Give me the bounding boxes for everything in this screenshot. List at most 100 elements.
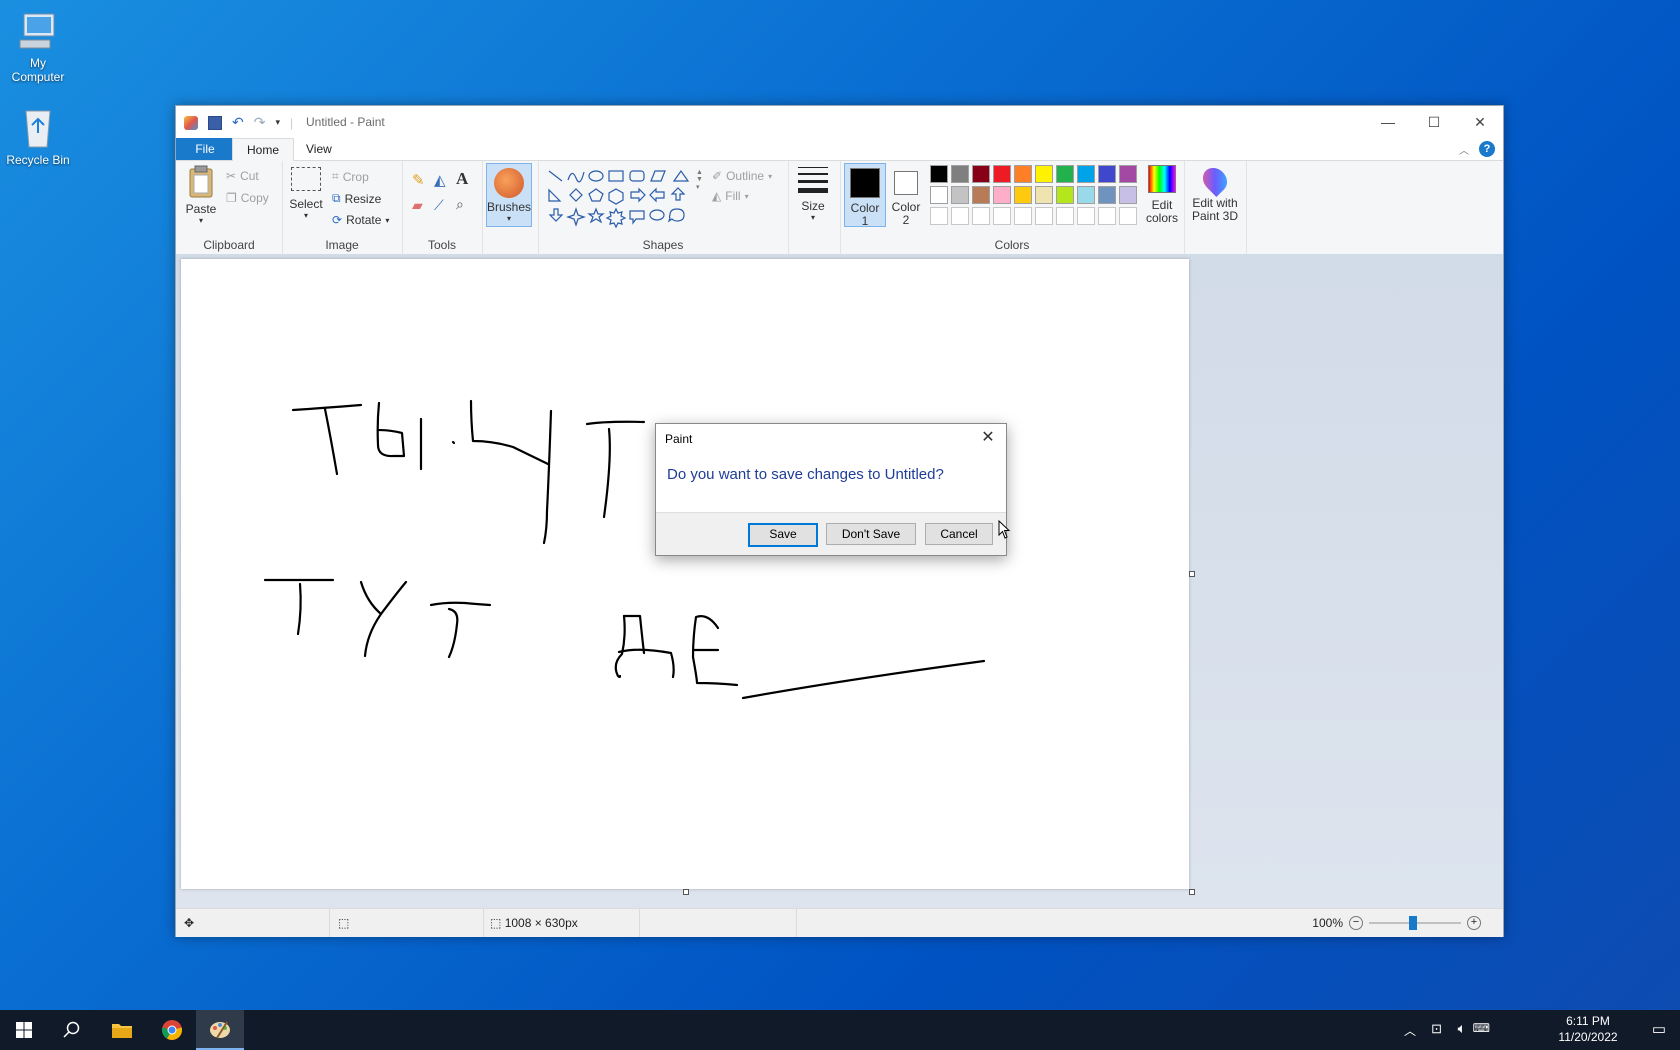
paint-taskbar-button[interactable] xyxy=(196,1010,244,1050)
start-button[interactable] xyxy=(0,1010,48,1050)
eraser-icon[interactable]: ▰ xyxy=(412,197,423,214)
resize-button[interactable]: ⧉ Resize xyxy=(332,191,381,206)
volume-icon[interactable]: 🔈︎ xyxy=(1458,1020,1466,1037)
color-picker-icon[interactable]: ⟋ xyxy=(434,197,444,214)
collapse-ribbon-icon[interactable]: ︿ xyxy=(1459,142,1469,157)
palette-swatch[interactable] xyxy=(1098,186,1116,204)
palette-swatch[interactable] xyxy=(993,186,1011,204)
ime-icon[interactable]: ⌨︎ xyxy=(1473,1021,1490,1035)
crop-button[interactable]: ⌗ Crop xyxy=(332,169,369,184)
save-button[interactable]: Save xyxy=(748,523,818,547)
desktop-icon-my-computer[interactable]: My Computer xyxy=(0,10,76,84)
palette-swatch[interactable] xyxy=(1035,207,1053,225)
notifications-icon[interactable]: ▭ xyxy=(1652,1020,1666,1038)
palette-swatch[interactable] xyxy=(1014,165,1032,183)
palette-swatch[interactable] xyxy=(1056,186,1074,204)
drawing-canvas[interactable] xyxy=(181,259,1189,889)
chrome-button[interactable] xyxy=(148,1010,196,1050)
palette-swatch[interactable] xyxy=(972,186,990,204)
dialog-close-button[interactable]: ✕ xyxy=(976,427,1000,449)
redo-icon[interactable]: ↷ xyxy=(254,114,266,131)
palette-swatch[interactable] xyxy=(1119,186,1137,204)
search-icon xyxy=(63,1021,80,1038)
fill-bucket-icon[interactable]: ◭ xyxy=(434,171,446,189)
palette-swatch[interactable] xyxy=(1056,207,1074,225)
minimize-button[interactable]: — xyxy=(1365,106,1411,138)
color2-button[interactable]: Color 2 xyxy=(888,163,924,227)
show-hidden-icons[interactable]: ︿ xyxy=(1404,1022,1416,1039)
ribbon-tabs: File Home View ︿ ? xyxy=(176,138,1503,161)
search-button[interactable] xyxy=(48,1010,96,1050)
resize-handle-bottom[interactable] xyxy=(683,889,689,895)
palette-swatch[interactable] xyxy=(993,165,1011,183)
palette-swatch[interactable] xyxy=(930,165,948,183)
resize-handle-corner[interactable] xyxy=(1189,889,1195,895)
paint-app-icon xyxy=(184,115,198,130)
tab-home[interactable]: Home xyxy=(232,138,295,161)
zoom-out-icon[interactable]: − xyxy=(1349,916,1363,930)
select-button[interactable]: Select ▾ xyxy=(288,167,324,220)
cut-button[interactable]: ✂ Cut xyxy=(226,169,259,183)
file-explorer-button[interactable] xyxy=(98,1010,146,1050)
zoom-in-icon[interactable]: + xyxy=(1467,916,1481,930)
save-icon[interactable] xyxy=(208,115,222,130)
edit-with-paint3d-button[interactable]: Edit with Paint 3D xyxy=(1186,163,1244,223)
edit-colors-button[interactable]: Edit colors xyxy=(1142,165,1182,225)
palette-swatch[interactable] xyxy=(1119,207,1137,225)
magnifier-icon[interactable]: ⌕ xyxy=(456,196,464,213)
line-size-icon xyxy=(798,167,828,193)
palette-swatch[interactable] xyxy=(951,165,969,183)
palette-swatch[interactable] xyxy=(1077,165,1095,183)
palette-swatch[interactable] xyxy=(930,186,948,204)
cancel-button[interactable]: Cancel xyxy=(925,523,993,545)
paint3d-icon xyxy=(1198,163,1232,197)
brushes-button[interactable]: Brushes ▾ xyxy=(486,163,532,227)
quick-access-toolbar: ↶ ↷ ▾ | xyxy=(184,114,293,131)
tab-file[interactable]: File xyxy=(176,138,234,160)
zoom-slider-thumb[interactable] xyxy=(1409,916,1417,930)
shapes-scroll[interactable]: ▲ ▼ ▾ xyxy=(696,169,703,191)
paint-icon xyxy=(210,1021,230,1039)
fill-button[interactable]: ◭ Fill ▾ xyxy=(712,189,749,203)
zoom-slider[interactable] xyxy=(1369,916,1461,930)
resize-handle-right[interactable] xyxy=(1189,571,1195,577)
copy-button[interactable]: ❐ Copy xyxy=(226,191,269,205)
shapes-gallery[interactable] xyxy=(546,167,696,229)
palette-swatch[interactable] xyxy=(972,207,990,225)
palette-swatch[interactable] xyxy=(1014,186,1032,204)
palette-swatch[interactable] xyxy=(993,207,1011,225)
palette-swatch[interactable] xyxy=(930,207,948,225)
palette-swatch[interactable] xyxy=(951,207,969,225)
dont-save-button[interactable]: Don't Save xyxy=(826,523,916,545)
outline-button[interactable]: ✐ Outline ▾ xyxy=(712,169,772,183)
close-button[interactable]: ✕ xyxy=(1457,106,1503,138)
help-icon[interactable]: ? xyxy=(1479,141,1495,157)
palette-swatch[interactable] xyxy=(1119,165,1137,183)
tab-view[interactable]: View xyxy=(292,138,346,160)
palette-swatch[interactable] xyxy=(1077,207,1095,225)
palette-swatch[interactable] xyxy=(1056,165,1074,183)
crop-icon: ⌗ xyxy=(332,169,339,183)
paste-button[interactable]: Paste ▾ xyxy=(184,165,218,225)
undo-icon[interactable]: ↶ xyxy=(232,114,244,131)
palette-swatch[interactable] xyxy=(1098,207,1116,225)
palette-swatch[interactable] xyxy=(1035,165,1053,183)
palette-swatch[interactable] xyxy=(1014,207,1032,225)
size-button[interactable]: Size ▾ xyxy=(796,167,830,222)
text-icon[interactable]: A xyxy=(456,169,468,189)
palette-swatch[interactable] xyxy=(1077,186,1095,204)
customize-qat-icon[interactable]: ▾ xyxy=(275,117,280,128)
color1-button[interactable]: Color 1 xyxy=(844,163,886,228)
desktop-icon-recycle-bin[interactable]: Recycle Bin xyxy=(0,105,76,167)
zoom-level: 100% xyxy=(1312,916,1343,930)
rotate-button[interactable]: ⟳ Rotate ▾ xyxy=(332,213,389,227)
network-icon[interactable]: ⊡ xyxy=(1431,1021,1442,1037)
scissors-icon: ✂ xyxy=(226,169,237,183)
maximize-button[interactable]: ☐ xyxy=(1411,106,1457,138)
palette-swatch[interactable] xyxy=(951,186,969,204)
pencil-icon[interactable]: ✎ xyxy=(412,171,425,189)
palette-swatch[interactable] xyxy=(1098,165,1116,183)
clock[interactable]: 6:11 PM 11/20/2022 xyxy=(1548,1013,1628,1045)
palette-swatch[interactable] xyxy=(972,165,990,183)
palette-swatch[interactable] xyxy=(1035,186,1053,204)
